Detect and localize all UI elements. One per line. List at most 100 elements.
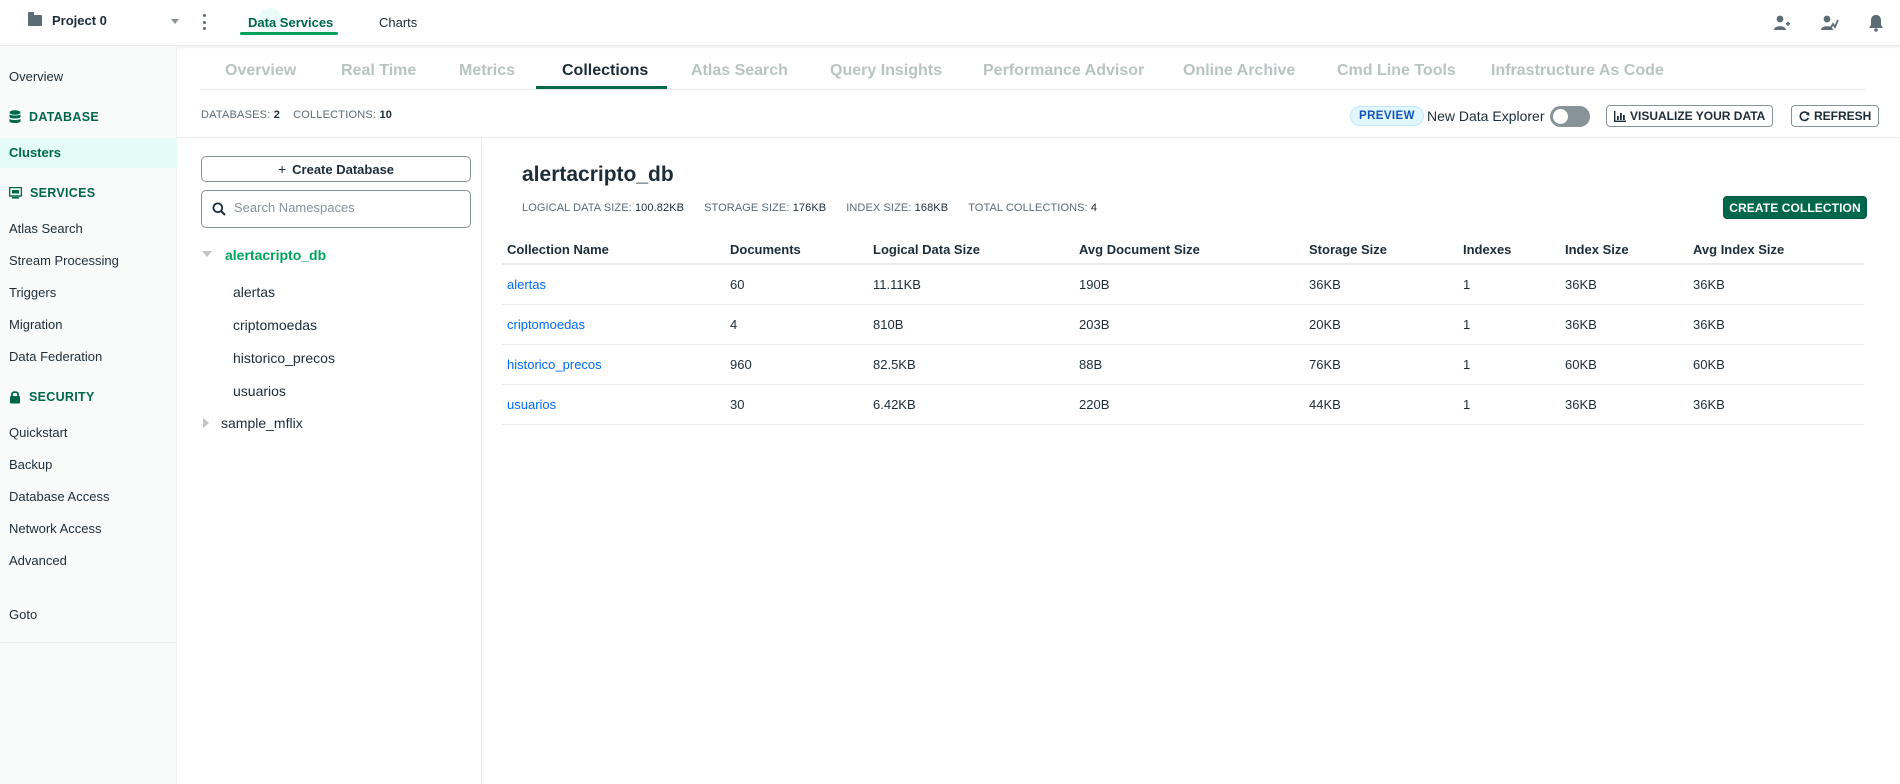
lock-icon — [10, 391, 20, 404]
table-cell: 30 — [725, 384, 868, 425]
folder-icon — [28, 12, 42, 26]
sidebar-item-database-access[interactable]: Database Access — [9, 489, 109, 504]
sidebar-item-triggers[interactable]: Triggers — [9, 285, 56, 300]
databases-count-label: DATABASES: — [201, 109, 271, 121]
activity-feed-icon[interactable] — [1820, 13, 1840, 33]
sidebar-item-network-access[interactable]: Network Access — [9, 521, 101, 536]
tree-database-sample-mflix[interactable]: sample_mflix — [221, 415, 303, 431]
collections-table: Collection Name Documents Logical Data S… — [502, 236, 1864, 425]
tree-collection-usuarios[interactable]: usuarios — [233, 383, 286, 399]
collections-count-label: COLLECTIONS: — [293, 109, 377, 121]
tab-metrics[interactable]: Metrics — [459, 62, 515, 80]
sidebar-item-advanced[interactable]: Advanced — [9, 553, 67, 568]
column-header[interactable]: Avg Document Size — [1074, 236, 1304, 265]
tab-overview[interactable]: Overview — [225, 62, 296, 80]
column-header[interactable]: Collection Name — [502, 236, 725, 265]
sidebar-item-data-federation[interactable]: Data Federation — [9, 349, 102, 364]
tree-database-alertacripto-db[interactable]: alertacripto_db — [225, 247, 326, 263]
tree-collection-historico-precos[interactable]: historico_precos — [233, 350, 335, 366]
collection-link[interactable]: criptomoedas — [502, 304, 725, 345]
refresh-icon — [1799, 110, 1810, 121]
stat-logical-size: LOGICAL DATA SIZE: 100.82KB — [522, 202, 685, 214]
tab-online-archive[interactable]: Online Archive — [1183, 62, 1295, 80]
create-database-label: Create Database — [292, 161, 395, 177]
collection-link[interactable]: usuarios — [502, 384, 725, 425]
column-header[interactable]: Documents — [725, 236, 868, 265]
column-header[interactable]: Avg Index Size — [1688, 236, 1864, 265]
column-header[interactable]: Indexes — [1458, 236, 1560, 265]
sidebar-item-atlas-search[interactable]: Atlas Search — [9, 221, 83, 236]
table-cell: 44KB — [1304, 384, 1458, 425]
column-header[interactable]: Index Size — [1560, 236, 1688, 265]
column-header[interactable]: Logical Data Size — [868, 236, 1074, 265]
sidebar-item-overview[interactable]: Overview — [9, 69, 63, 84]
database-title: alertacripto_db — [522, 163, 674, 186]
table-cell: 60KB — [1560, 344, 1688, 385]
invite-user-icon[interactable] — [1772, 13, 1792, 33]
services-icon — [9, 187, 22, 199]
table-cell: 1 — [1458, 264, 1560, 305]
table-cell: 11.11KB — [868, 264, 1074, 305]
sidebar-item-goto[interactable]: Goto — [9, 607, 37, 622]
tree-collection-criptomoedas[interactable]: criptomoedas — [233, 317, 317, 333]
bell-icon[interactable] — [1866, 13, 1886, 33]
table-row: alertas 60 11.11KB 190B 36KB 1 36KB 36KB — [502, 264, 1864, 305]
table-cell: 36KB — [1560, 384, 1688, 425]
databases-count: 2 — [273, 109, 281, 121]
visualize-data-button[interactable]: VISUALIZE YOUR DATA — [1606, 105, 1774, 127]
table-cell: 960 — [725, 344, 868, 385]
sidebar-heading-label: DATABASE — [29, 110, 99, 124]
database-stats: LOGICAL DATA SIZE: 100.82KB STORAGE SIZE… — [522, 202, 1097, 214]
table-cell: 88B — [1074, 344, 1304, 385]
new-data-explorer-toggle[interactable] — [1550, 106, 1590, 127]
tab-query-insights[interactable]: Query Insights — [830, 62, 942, 80]
collection-link[interactable]: historico_precos — [502, 344, 725, 385]
refresh-button[interactable]: REFRESH — [1791, 105, 1880, 127]
kebab-menu-icon[interactable] — [203, 14, 207, 30]
create-collection-button[interactable]: CREATE COLLECTION — [1723, 196, 1867, 219]
project-name: Project 0 — [52, 13, 107, 28]
project-selector[interactable]: Project 0 — [28, 12, 107, 28]
table-cell: 36KB — [1560, 304, 1688, 345]
tab-collections[interactable]: Collections — [562, 62, 648, 80]
table-row: criptomoedas 4 810B 203B 20KB 1 36KB 36K… — [502, 304, 1864, 345]
column-header[interactable]: Storage Size — [1304, 236, 1458, 265]
sidebar-heading-database: DATABASE — [9, 110, 99, 124]
tab-charts[interactable]: Charts — [379, 15, 417, 30]
sidebar-item-stream-processing[interactable]: Stream Processing — [9, 253, 119, 268]
chevron-down-icon[interactable] — [171, 19, 179, 24]
table-cell: 60KB — [1688, 344, 1864, 385]
preview-badge: PREVIEW — [1350, 106, 1424, 126]
cluster-subtabs: Overview Real Time Metrics Collections A… — [200, 58, 1865, 90]
tab-infrastructure-as-code[interactable]: Infrastructure As Code — [1491, 62, 1664, 80]
table-cell: 36KB — [1304, 264, 1458, 305]
tab-cmd-line-tools[interactable]: Cmd Line Tools — [1337, 62, 1456, 80]
top-navigation-bar: Project 0 Data Services Charts — [0, 0, 1900, 46]
tab-real-time[interactable]: Real Time — [341, 62, 416, 80]
sidebar-item-clusters[interactable]: Clusters — [0, 138, 177, 168]
table-cell: 1 — [1458, 304, 1560, 345]
cluster-counts: DATABASES: 2 COLLECTIONS: 10 — [201, 109, 392, 121]
tree-collection-alertas[interactable]: alertas — [233, 284, 275, 300]
sidebar-item-quickstart[interactable]: Quickstart — [9, 425, 68, 440]
tab-atlas-search[interactable]: Atlas Search — [691, 62, 788, 80]
stat-storage-size: STORAGE SIZE: 176KB — [704, 202, 827, 214]
chart-icon — [1614, 110, 1626, 122]
table-row: historico_precos 960 82.5KB 88B 76KB 1 6… — [502, 344, 1864, 385]
table-cell: 76KB — [1304, 344, 1458, 385]
collapse-caret-icon[interactable] — [203, 418, 209, 428]
sidebar-heading-services: SERVICES — [9, 186, 95, 200]
tab-data-services[interactable]: Data Services — [248, 15, 333, 30]
namespace-panel-divider — [481, 137, 482, 784]
sidebar-item-migration[interactable]: Migration — [9, 317, 62, 332]
collection-link[interactable]: alertas — [502, 264, 725, 305]
table-cell: 4 — [725, 304, 868, 345]
active-subtab-indicator — [536, 86, 667, 89]
search-namespaces-input[interactable] — [234, 200, 459, 215]
tab-performance-advisor[interactable]: Performance Advisor — [983, 62, 1144, 80]
create-database-button[interactable]: + Create Database — [201, 156, 471, 182]
active-tab-indicator — [240, 32, 338, 35]
expand-caret-icon[interactable] — [202, 251, 212, 257]
table-row: usuarios 30 6.42KB 220B 44KB 1 36KB 36KB — [502, 384, 1864, 425]
sidebar-item-backup[interactable]: Backup — [9, 457, 52, 472]
